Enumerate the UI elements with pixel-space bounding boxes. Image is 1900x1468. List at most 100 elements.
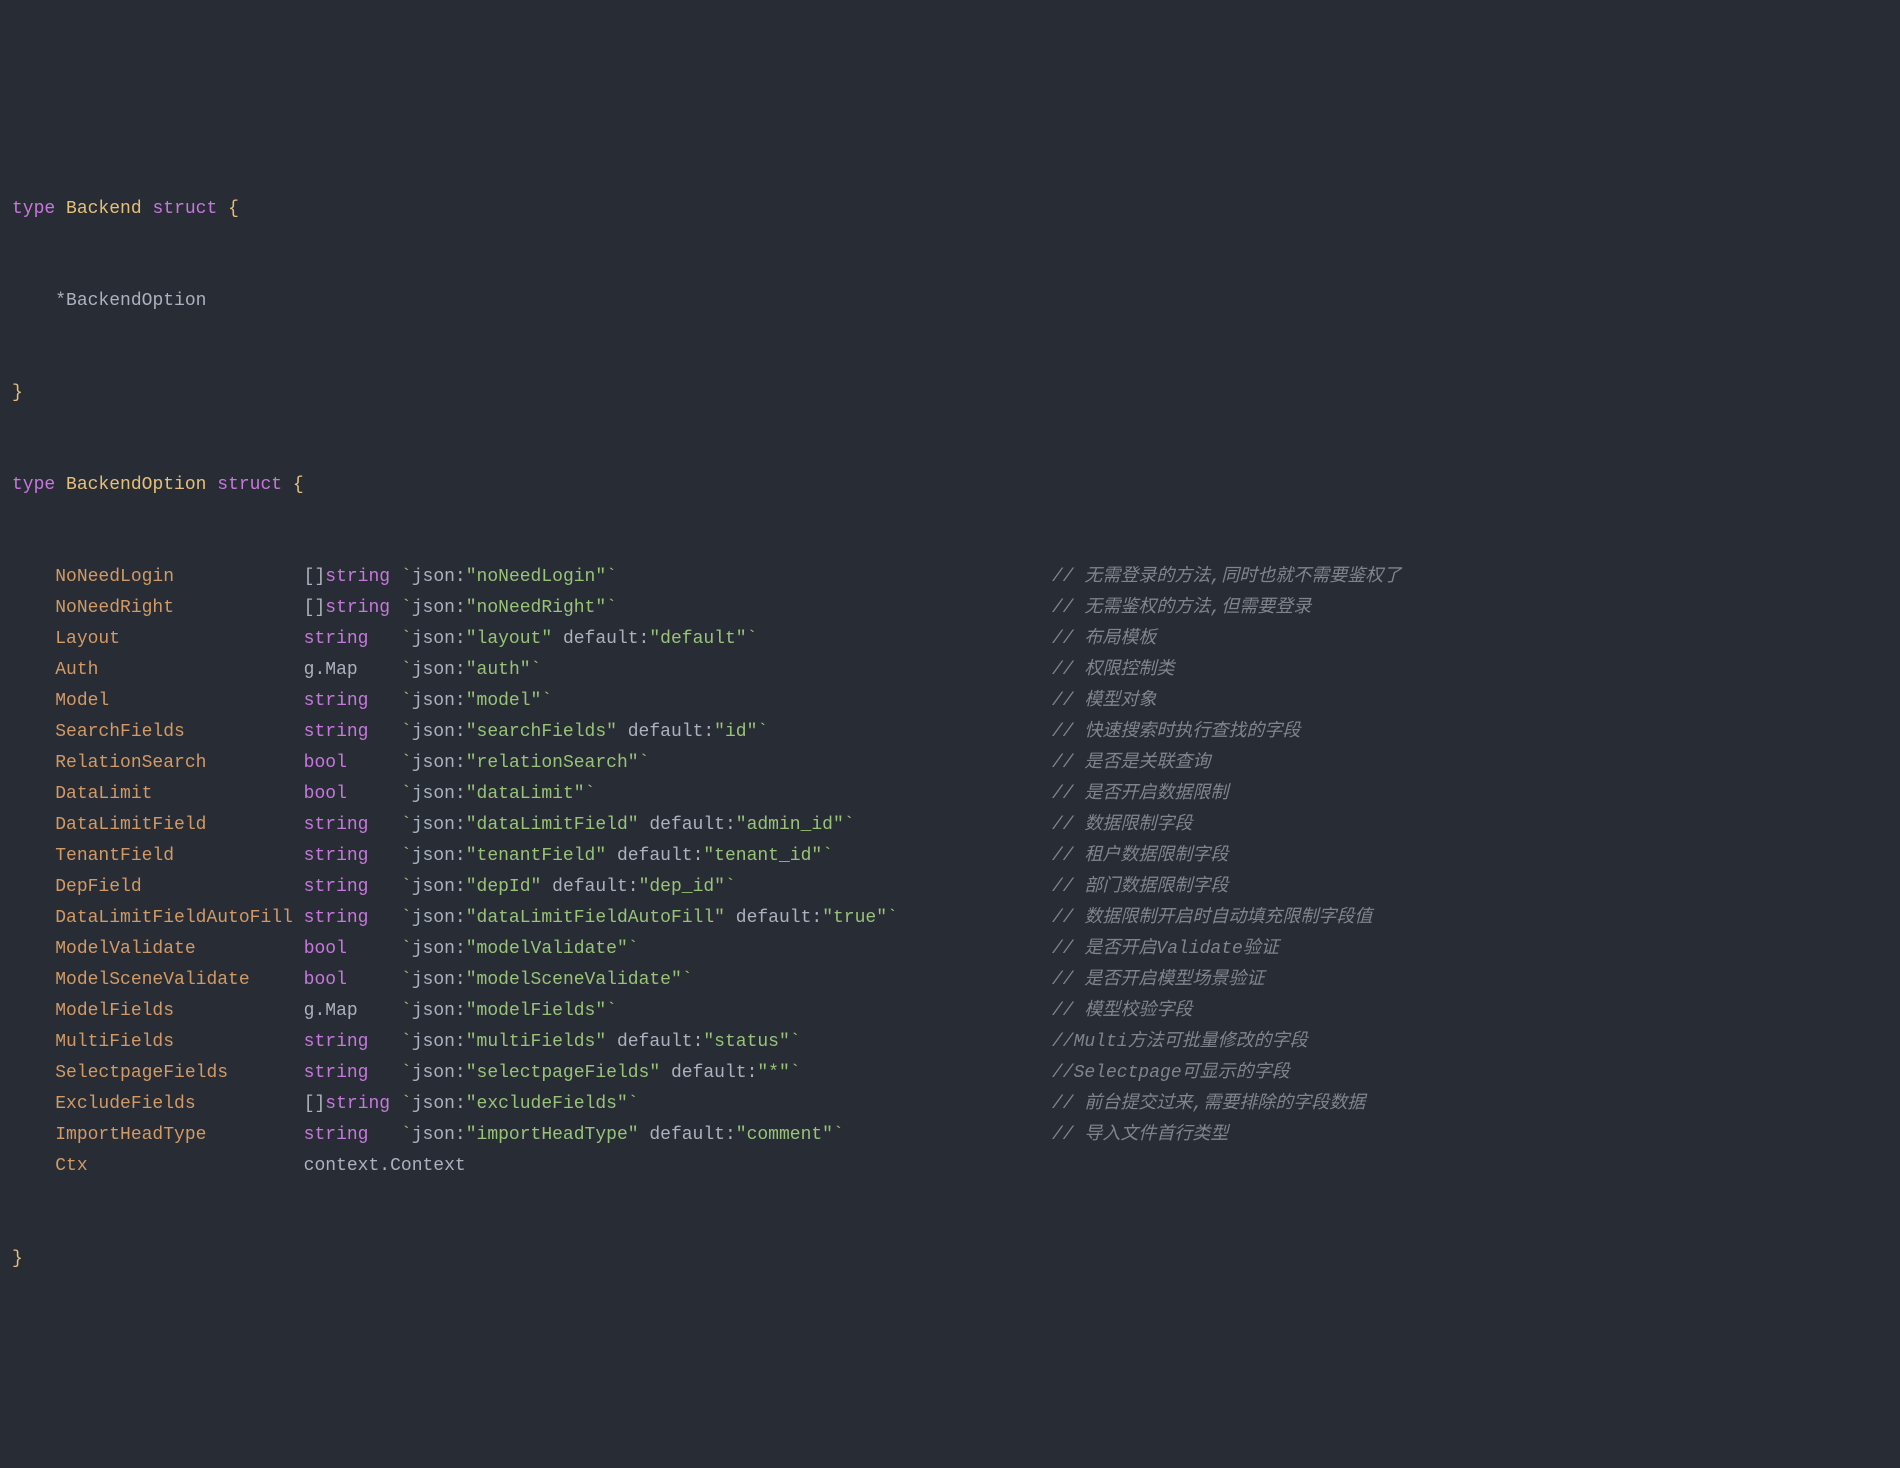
field-comment: // 租户数据限制字段 <box>1052 841 1228 872</box>
field-comment: //Selectpage可显示的字段 <box>1052 1058 1290 1089</box>
struct-field-line: Ctx context.Context <box>12 1151 1900 1182</box>
field-comment: // 是否开启数据限制 <box>1052 779 1228 810</box>
code-line: type BackendOption struct { <box>12 470 1900 501</box>
field-tag: `json:"multiFields" default:"status"` <box>401 1032 801 1052</box>
field-comment: // 前台提交过来,需要排除的字段数据 <box>1052 1089 1365 1120</box>
field-name: ExcludeFields <box>55 1094 195 1114</box>
field-comment: // 布局模板 <box>1052 624 1156 655</box>
struct-field-line: ImportHeadType string `json:"importHeadT… <box>12 1120 1900 1151</box>
field-tag: `json:"depId" default:"dep_id"` <box>401 877 736 897</box>
field-tag: `json:"layout" default:"default"` <box>401 629 758 649</box>
field-name: ImportHeadType <box>55 1125 206 1145</box>
field-comment: //Multi方法可批量修改的字段 <box>1052 1027 1308 1058</box>
keyword-type: type <box>12 475 55 495</box>
struct-field-line: DataLimit bool `json:"dataLimit"` // 是否开启… <box>12 779 1900 810</box>
field-comment: // 数据限制字段 <box>1052 810 1192 841</box>
field-comment: // 数据限制开启时自动填充限制字段值 <box>1052 903 1372 934</box>
field-type: string <box>304 1063 369 1083</box>
field-comment: // 部门数据限制字段 <box>1052 872 1228 903</box>
field-comment: // 是否是关联查询 <box>1052 748 1210 779</box>
code-editor: type Backend struct { *BackendOption } t… <box>12 132 1900 1305</box>
struct-field-line: NoNeedLogin []string `json:"noNeedLogin"… <box>12 562 1900 593</box>
field-comment: // 是否开启模型场景验证 <box>1052 965 1264 996</box>
field-tag: `json:"importHeadType" default:"comment"… <box>401 1125 844 1145</box>
field-comment: // 权限控制类 <box>1052 655 1174 686</box>
field-type: g.Map <box>304 1001 358 1021</box>
field-name: NoNeedRight <box>55 598 174 618</box>
struct-field-line: ModelFields g.Map `json:"modelFields"`//… <box>12 996 1900 1027</box>
open-brace: { <box>228 199 239 219</box>
field-tag: `json:"tenantField" default:"tenant_id"` <box>401 846 833 866</box>
field-name: DataLimit <box>55 784 152 804</box>
field-type: bool <box>304 939 347 959</box>
field-name: Auth <box>55 660 98 680</box>
field-comment: // 无需登录的方法,同时也就不需要鉴权了 <box>1052 562 1401 593</box>
struct-field-line: TenantField string `json:"tenantField" d… <box>12 841 1900 872</box>
field-tag: `json:"noNeedRight"` <box>401 598 617 618</box>
field-tag: `json:"dataLimit"` <box>401 784 595 804</box>
field-name: ModelFields <box>55 1001 174 1021</box>
field-tag: `json:"relationSearch"` <box>401 753 649 773</box>
struct-field-line: RelationSearch bool `json:"relationSearc… <box>12 748 1900 779</box>
field-name: TenantField <box>55 846 174 866</box>
star-op: * <box>55 291 66 311</box>
field-type: string <box>304 908 369 928</box>
field-tag: `json:"excludeFields"` <box>401 1094 639 1114</box>
field-tag: `json:"dataLimitFieldAutoFill" default:"… <box>401 908 898 928</box>
struct-field-line: DepField string `json:"depId" default:"d… <box>12 872 1900 903</box>
field-name: ModelValidate <box>55 939 195 959</box>
field-comment: // 模型对象 <box>1052 686 1156 717</box>
field-tag: `json:"dataLimitField" default:"admin_id… <box>401 815 855 835</box>
keyword-type: type <box>12 199 55 219</box>
struct-field-line: SearchFields string `json:"searchFields"… <box>12 717 1900 748</box>
field-type: string <box>304 691 369 711</box>
field-type: string <box>325 1094 390 1114</box>
field-name: DataLimitFieldAutoFill <box>55 908 293 928</box>
struct-field-line: ExcludeFields []string `json:"excludeFie… <box>12 1089 1900 1120</box>
field-type: bool <box>304 970 347 990</box>
close-brace: } <box>12 1249 23 1269</box>
field-type: g.Map <box>304 660 358 680</box>
field-type: string <box>304 1032 369 1052</box>
field-type: string <box>304 629 369 649</box>
field-name: RelationSearch <box>55 753 206 773</box>
field-comment: // 导入文件首行类型 <box>1052 1120 1228 1151</box>
field-type: string <box>304 877 369 897</box>
struct-field-line: NoNeedRight []string `json:"noNeedRight"… <box>12 593 1900 624</box>
field-type: bool <box>304 753 347 773</box>
field-name: Model <box>55 691 109 711</box>
field-type: string <box>304 722 369 742</box>
field-name: MultiFields <box>55 1032 174 1052</box>
code-line: } <box>12 378 1900 409</box>
field-type: string <box>304 846 369 866</box>
struct-field-line: Model string `json:"model"`// 模型对象 <box>12 686 1900 717</box>
field-type: string <box>304 1125 369 1145</box>
field-tag: `json:"selectpageFields" default:"*"` <box>401 1063 801 1083</box>
embedded-type: BackendOption <box>66 291 206 311</box>
close-brace: } <box>12 383 23 403</box>
field-type: string <box>325 567 390 587</box>
struct-field-line: ModelSceneValidate bool `json:"modelScen… <box>12 965 1900 996</box>
open-brace: { <box>293 475 304 495</box>
field-name: DataLimitField <box>55 815 206 835</box>
struct-field-line: DataLimitField string `json:"dataLimitFi… <box>12 810 1900 841</box>
keyword-struct: struct <box>152 199 217 219</box>
field-tag: `json:"searchFields" default:"id"` <box>401 722 768 742</box>
field-type: bool <box>304 784 347 804</box>
field-name: Ctx <box>55 1156 87 1176</box>
field-type: string <box>304 815 369 835</box>
struct-field-line: DataLimitFieldAutoFill string `json:"dat… <box>12 903 1900 934</box>
field-tag: `json:"noNeedLogin"` <box>401 567 617 587</box>
field-name: SelectpageFields <box>55 1063 228 1083</box>
field-tag: `json:"auth"` <box>401 660 541 680</box>
field-type: context.Context <box>304 1156 466 1176</box>
keyword-struct: struct <box>217 475 282 495</box>
code-line: } <box>12 1244 1900 1275</box>
field-name: ModelSceneValidate <box>55 970 249 990</box>
struct-field-line: SelectpageFields string `json:"selectpag… <box>12 1058 1900 1089</box>
field-name: DepField <box>55 877 141 897</box>
field-comment: // 无需鉴权的方法,但需要登录 <box>1052 593 1311 624</box>
code-line: type Backend struct { <box>12 194 1900 225</box>
field-name: Layout <box>55 629 120 649</box>
field-comment: // 是否开启Validate验证 <box>1052 934 1279 965</box>
